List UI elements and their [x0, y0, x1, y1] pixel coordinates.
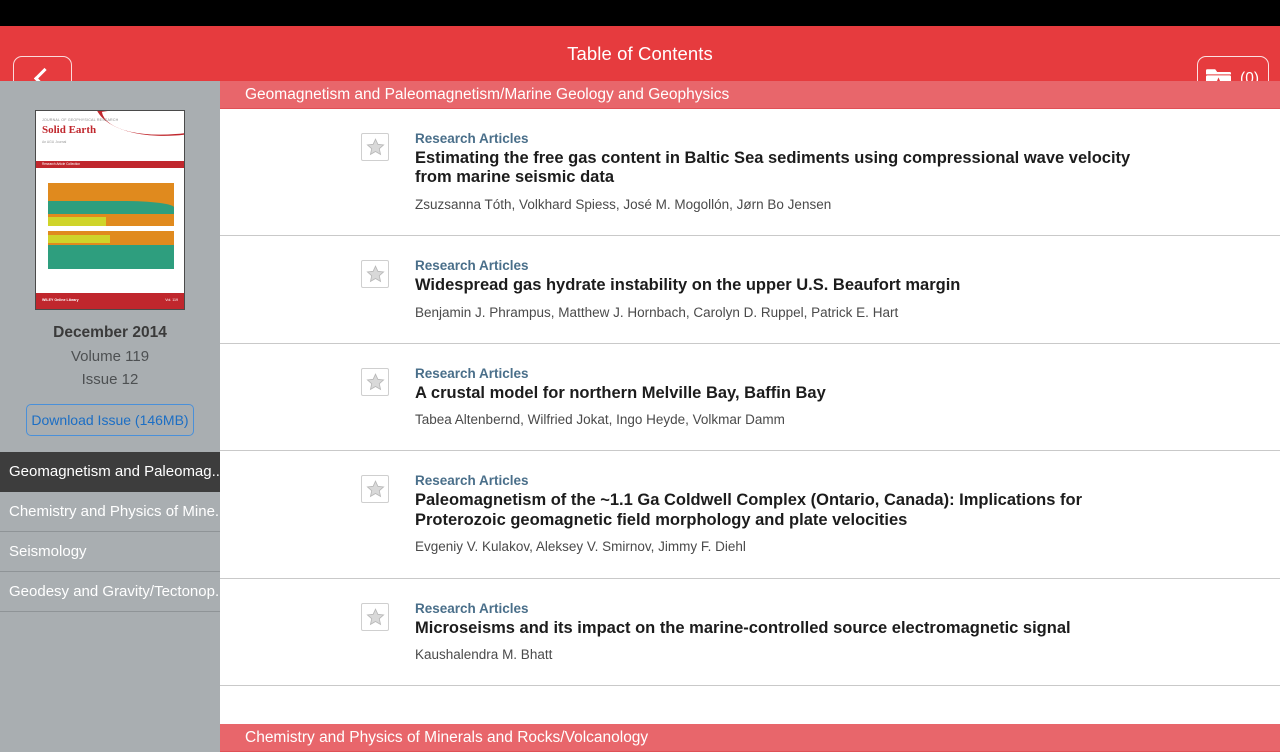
download-issue-button[interactable]: Download Issue (146MB) [26, 404, 194, 436]
article-info: Research Articles Widespread gas hydrate… [415, 258, 1080, 321]
article-title: Widespread gas hydrate instability on th… [415, 276, 961, 295]
issue-number: Issue 12 [81, 371, 139, 388]
section-header-current: Geomagnetism and Paleomagnetism/Marine G… [220, 81, 1280, 109]
article-authors: Zsuzsanna Tóth, Volkhard Spiess, José M.… [415, 196, 832, 212]
article-type: Research Articles [415, 600, 529, 616]
table-row[interactable]: Research Articles Microseisms and its im… [220, 578, 1280, 687]
article-type: Research Articles [415, 258, 529, 274]
cover-logo: JGR [157, 121, 175, 131]
table-row[interactable]: Research Articles A crustal model for no… [220, 343, 1280, 452]
star-outline-icon [365, 138, 385, 156]
article-info: Research Articles Microseisms and its im… [415, 601, 1191, 664]
article-info: Research Articles Paleomagnetism of the … [415, 473, 1280, 555]
star-outline-icon [365, 480, 385, 498]
app-header: Table of Contents (0) [0, 26, 1280, 101]
cover-footer-left: WILEY Online Library [42, 298, 79, 302]
status-bar [0, 0, 1280, 26]
sidebar-item-seismology[interactable]: Seismology [0, 532, 220, 572]
journal-cover-image[interactable]: JGR JOURNAL OF GEOPHYSICAL RESEARCH Soli… [35, 110, 185, 310]
cover-banner-text: Research Article Collection [42, 162, 81, 166]
star-outline-icon [365, 607, 385, 625]
table-row[interactable]: Research Articles Widespread gas hydrate… [220, 236, 1280, 344]
cover-masthead: JGR JOURNAL OF GEOPHYSICAL RESEARCH Soli… [36, 111, 184, 161]
sidebar-item-geodesy-gravity[interactable]: Geodesy and Gravity/Tectonop.. [0, 572, 220, 612]
article-title: A crustal model for northern Melville Ba… [415, 383, 826, 402]
star-outline-icon [365, 372, 385, 391]
article-info: Research Articles A crustal model for no… [415, 366, 946, 429]
issue-volume: Volume 119 [70, 348, 150, 365]
page-title: Table of Contents [567, 42, 713, 64]
favorite-star-toggle[interactable] [361, 475, 389, 504]
article-authors: Tabea Altenbernd, Wilfried Jokat, Ingo H… [415, 412, 785, 428]
favorite-star-toggle[interactable] [361, 260, 389, 289]
article-title: Estimating the free gas content in Balti… [415, 149, 1131, 187]
article-type: Research Articles [415, 473, 529, 489]
article-authors: Benjamin J. Phrampus, Matthew J. Hornbac… [415, 304, 899, 320]
favorite-star-toggle[interactable] [361, 367, 389, 396]
cover-figure [48, 183, 174, 271]
article-type: Research Articles [415, 365, 529, 381]
article-authors: Kaushalendra M. Bhatt [415, 647, 553, 663]
sidebar-item-geomagnetism[interactable]: Geomagnetism and Paleomag.. [0, 452, 220, 492]
article-list-panel: Geomagnetism and Paleomagnetism/Marine G… [220, 81, 1280, 752]
table-row[interactable]: Research Articles Estimating the free ga… [220, 109, 1280, 237]
issue-date: December 2014 [53, 324, 167, 341]
section-nav-list: Geomagnetism and Paleomag.. Chemistry an… [0, 452, 220, 612]
star-outline-icon [365, 265, 385, 283]
cover-red-bar: Research Article Collection [36, 161, 184, 168]
cover-footer: WILEY Online Library Vol. 119 [36, 293, 184, 309]
sidebar-item-chemistry-physics[interactable]: Chemistry and Physics of Mine.. [0, 492, 220, 532]
cover-journal-subtitle: An AGU Journal [42, 140, 67, 144]
cover-footer-right: Vol. 119 [165, 298, 178, 302]
section-header-next: Chemistry and Physics of Minerals and Ro… [220, 724, 1280, 752]
cover-journal-line: JOURNAL OF GEOPHYSICAL RESEARCH [42, 118, 119, 122]
app-root: Table of Contents (0) JGR JOURNAL OF GEO… [0, 0, 1280, 752]
article-authors: Evgeniy V. Kulakov, Aleksey V. Smirnov, … [415, 539, 746, 555]
sidebar: JGR JOURNAL OF GEOPHYSICAL RESEARCH Soli… [0, 81, 220, 752]
article-type: Research Articles [415, 131, 529, 146]
cover-journal-title: Solid Earth [42, 124, 97, 136]
favorite-star-toggle[interactable] [361, 133, 389, 161]
table-row[interactable]: Research Articles Paleomagnetism of the … [220, 451, 1280, 579]
favorite-star-toggle[interactable] [361, 602, 389, 631]
article-title: Paleomagnetism of the ~1.1 Ga Coldwell C… [415, 491, 1083, 529]
article-title: Microseisms and its impact on the marine… [415, 618, 1071, 637]
article-info: Research Articles Estimating the free ga… [415, 131, 1280, 213]
